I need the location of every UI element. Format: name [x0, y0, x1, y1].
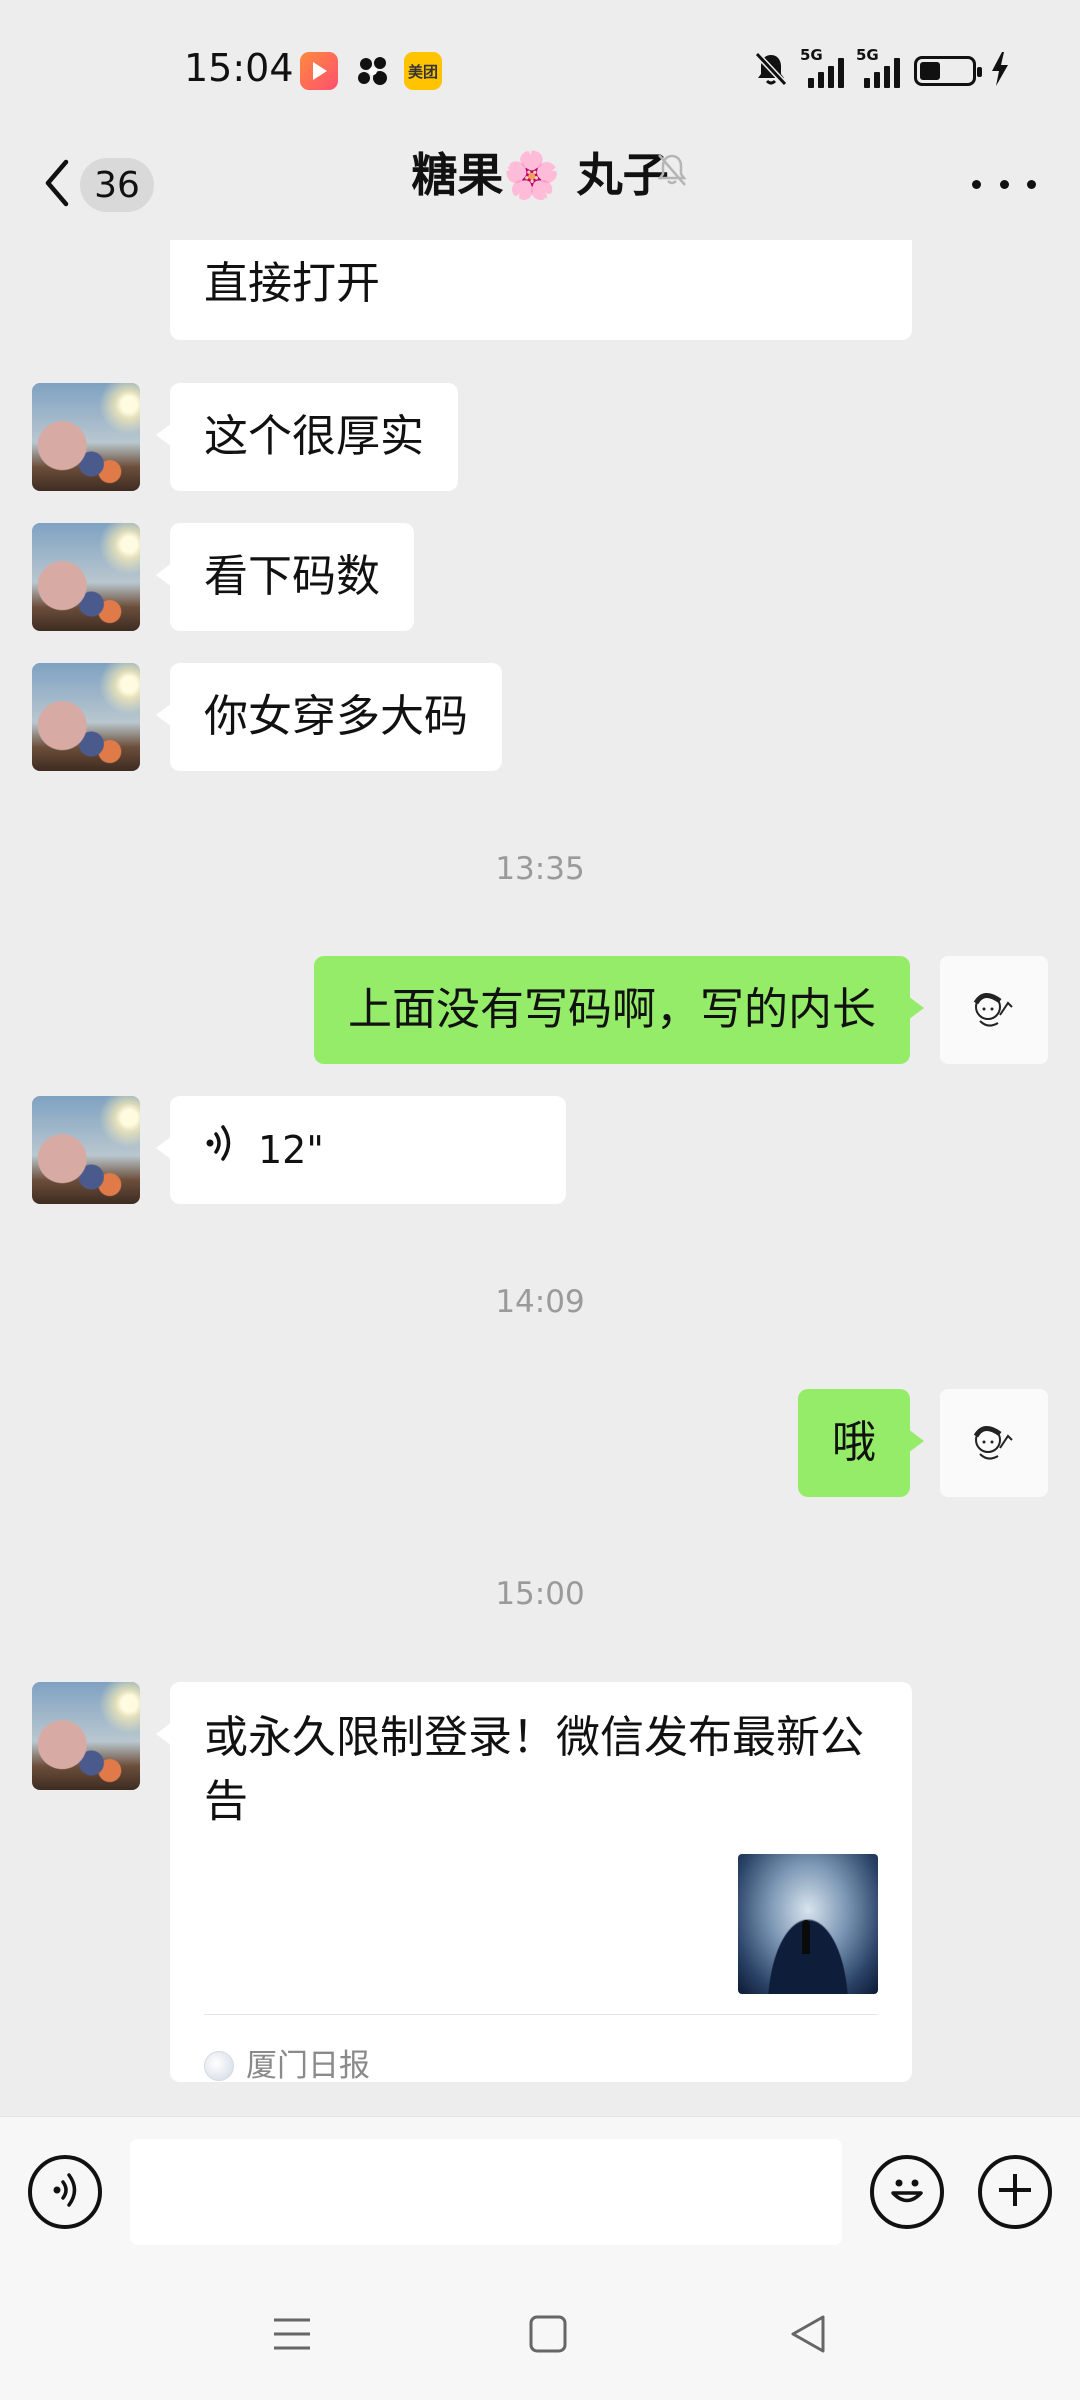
divider	[204, 2014, 878, 2015]
charging-icon	[990, 52, 1010, 90]
input-bar	[0, 2116, 1080, 2266]
back-nav-button[interactable]	[778, 2306, 838, 2366]
menu-icon	[270, 2314, 314, 2358]
contact-avatar[interactable]	[32, 1096, 140, 1204]
doodle-avatar-icon	[973, 1426, 1013, 1460]
menu-button[interactable]	[262, 2306, 322, 2366]
message-text-line: 直接打开	[204, 258, 380, 309]
voice-duration: 12"	[258, 1128, 324, 1172]
message-bubble[interactable]: 哦	[798, 1389, 924, 1497]
message-list[interactable]: 点击链接直接打开 或者 淘宝搜索 直接打开 这个很厚实 看下码数 你女穿多大码 …	[0, 240, 1080, 2116]
message-timestamp: 15:00	[495, 1576, 585, 1612]
message-text: 你女穿多大码	[204, 691, 468, 742]
my-avatar[interactable]	[940, 1389, 1048, 1497]
message-text: 看下码数	[204, 551, 380, 602]
contact-avatar[interactable]	[32, 663, 140, 771]
message-text: 哦	[832, 1417, 876, 1468]
message-input[interactable]	[130, 2139, 842, 2245]
message-bubble[interactable]: 看下码数	[156, 523, 414, 631]
my-avatar[interactable]	[940, 956, 1048, 1064]
home-square-icon	[527, 2313, 569, 2359]
home-button[interactable]	[518, 2306, 578, 2366]
plus-icon	[993, 2168, 1037, 2216]
status-time: 15:04	[184, 46, 294, 90]
contact-avatar[interactable]	[32, 523, 140, 631]
message-bubble[interactable]: 你女穿多大码	[156, 663, 502, 771]
bell-off-icon	[654, 150, 690, 194]
back-triangle-icon	[787, 2313, 829, 2359]
voice-input-button[interactable]	[28, 2155, 102, 2229]
article-card[interactable]: 或永久限制登录！微信发布最新公告 厦门日报	[156, 1682, 912, 2084]
article-title: 或永久限制登录！微信发布最新公告	[204, 1712, 864, 1827]
battery-icon	[914, 56, 982, 86]
status-bar: 15:04 美团 5G 5G	[0, 0, 1080, 140]
wechat-chat-screen: 15:04 美团 5G 5G 36 糖果🌸 丸子 直接打开 这个很厚实 看下码数…	[0, 0, 1080, 2400]
article-source-name: 厦门日报	[246, 2048, 370, 2084]
doodle-avatar-icon	[973, 993, 1013, 1027]
message-bubble[interactable]: 这个很厚实	[156, 383, 458, 491]
more-options-button[interactable]	[964, 154, 1044, 214]
article-thumbnail	[738, 1854, 878, 1994]
contact-avatar[interactable]	[32, 383, 140, 491]
status-indicators: 5G 5G	[754, 46, 1010, 92]
voice-icon	[48, 2170, 82, 2214]
more-functions-button[interactable]	[978, 2155, 1052, 2229]
source-logo-icon	[204, 2051, 234, 2081]
contact-avatar[interactable]	[32, 1682, 140, 1790]
more-dots-icon	[972, 179, 981, 189]
message-text-line: 点击链接直接打开 或者 淘宝搜索	[204, 240, 878, 252]
article-source: 厦门日报	[204, 2034, 370, 2098]
chat-header: 36 糖果🌸 丸子	[0, 140, 1080, 240]
message-bubble[interactable]: 点击链接直接打开 或者 淘宝搜索 直接打开	[170, 240, 912, 340]
voice-message-bubble[interactable]: 12"	[156, 1096, 566, 1204]
emoji-icon	[879, 2162, 935, 2222]
message-timestamp: 13:35	[495, 851, 585, 887]
battery-level	[920, 62, 940, 80]
message-timestamp: 14:09	[495, 1284, 585, 1320]
message-text: 上面没有写码啊，写的内长	[348, 984, 876, 1035]
message-text: 这个很厚实	[204, 411, 424, 462]
system-navigation-bar	[0, 2266, 1080, 2400]
signal-5g-1-icon: 5G	[800, 46, 844, 88]
signal-5g-2-icon: 5G	[856, 46, 900, 88]
chat-title: 糖果🌸 丸子	[411, 148, 669, 202]
bell-off-status-icon	[754, 51, 788, 91]
voice-wave-icon	[204, 1118, 238, 1182]
meituan-app-icon: 美团	[404, 52, 442, 90]
message-bubble[interactable]: 上面没有写码啊，写的内长	[314, 956, 924, 1064]
video-app-icon	[300, 52, 338, 90]
paw-app-icon	[354, 52, 392, 90]
emoji-button[interactable]	[870, 2155, 944, 2229]
